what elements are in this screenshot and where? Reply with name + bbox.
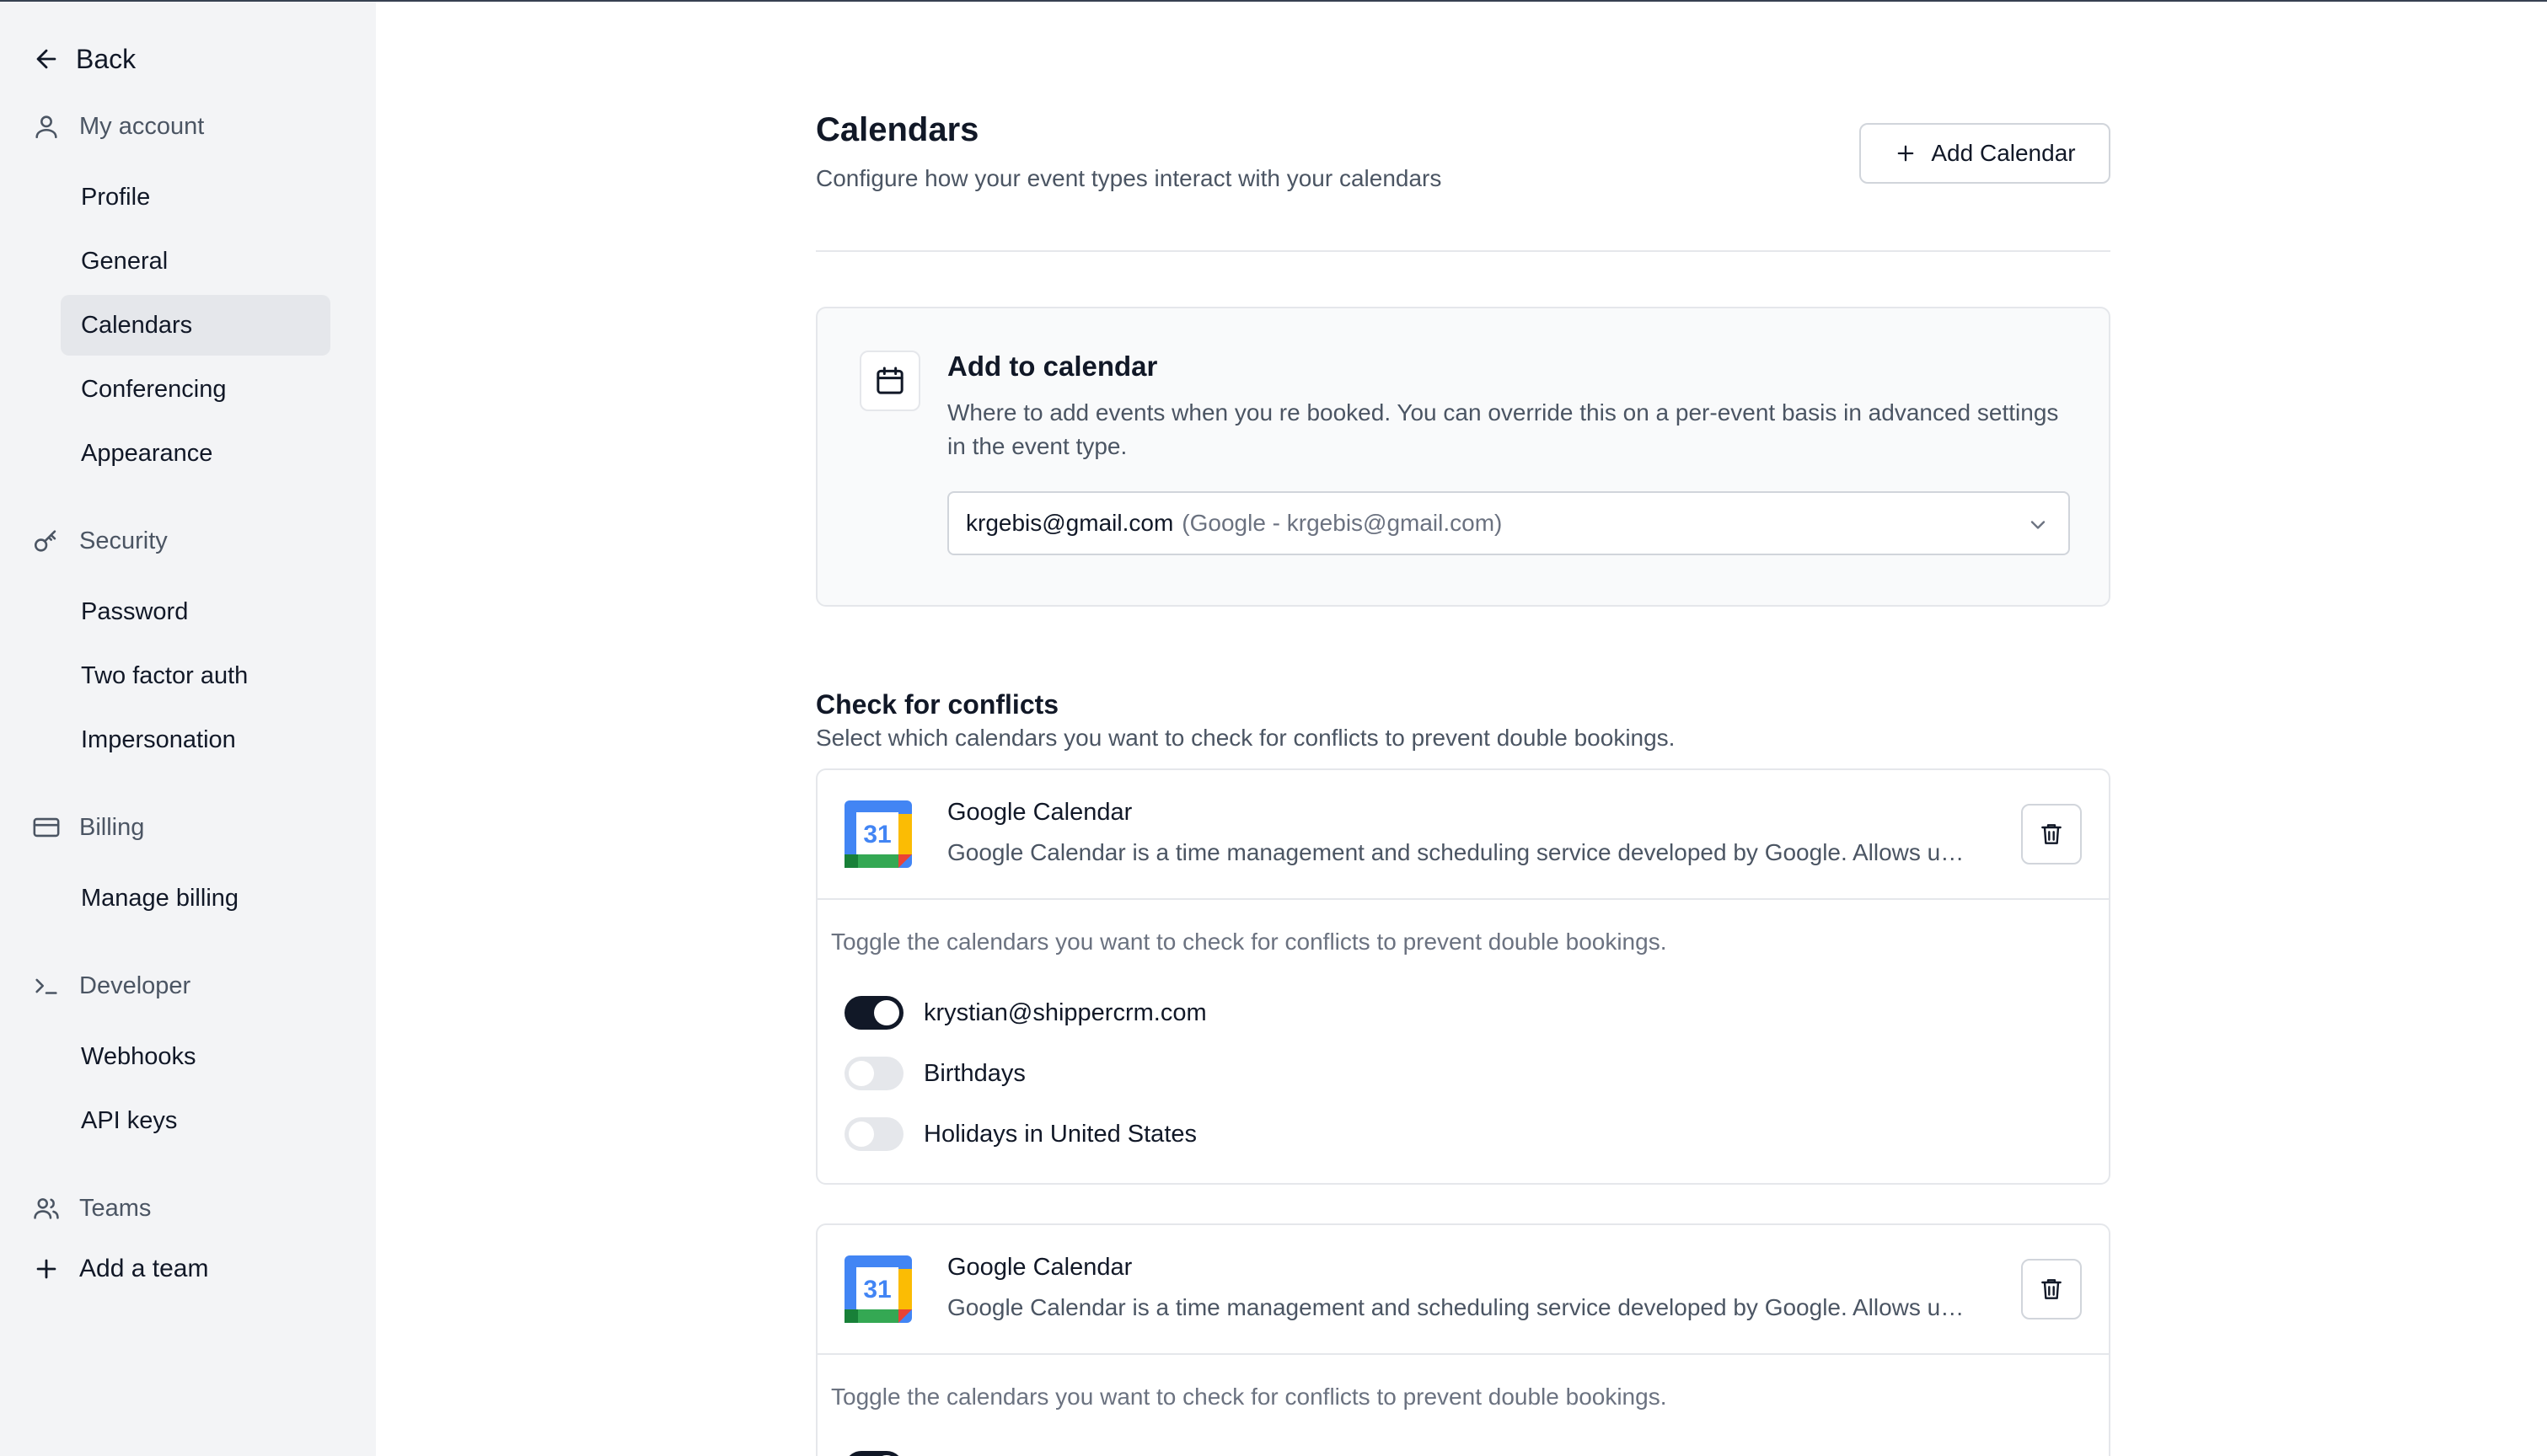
toggle-label: krystian@shippercrm.com [924,998,1207,1026]
chevron-down-icon [2030,521,2046,529]
toggle-knob [874,1000,899,1025]
user-icon [35,115,57,139]
add-team-label: Add a team [79,1255,209,1282]
select-sub-value: (Google - krgebis@gmail.com) [1182,510,1503,536]
plus-icon [36,1259,56,1279]
sidebar-item-two-factor-auth[interactable]: Two factor auth [61,645,330,706]
section-label: Billing [79,813,145,841]
svg-text:31: 31 [863,1276,891,1303]
svg-text:31: 31 [863,821,891,848]
trash-icon [2041,824,2062,844]
conflicts-title: Check for conflicts [816,689,1059,720]
sidebar-item-api-keys[interactable]: API keys [61,1090,330,1151]
back-label: Back [76,43,137,74]
section-label: My account [79,112,205,140]
app-window: Back My account Profile General Calendar… [0,0,2547,1456]
calendar-provider-name: Google Calendar [947,799,1133,826]
conflicts-description: Select which calendars you want to check… [816,725,1676,751]
google-calendar-icon: 31 [845,1255,912,1323]
key-icon [34,530,56,552]
add-to-calendar-card: Add to calendar Where to add events when… [816,307,2110,607]
plus-icon [1898,145,1914,162]
page-title: Calendars [816,111,979,148]
settings-sidebar: Back My account Profile General Calendar… [0,2,376,1456]
delete-calendar-button[interactable] [2021,1259,2082,1320]
sidebar-item-manage-billing[interactable]: Manage billing [61,868,330,929]
arrow-left-icon [36,49,56,69]
section-billing: Billing [32,806,144,849]
section-label: Teams [79,1194,152,1222]
sidebar-item-conferencing[interactable]: Conferencing [61,359,330,420]
toggle-hint: Toggle the calendars you want to check f… [831,929,1667,955]
calendar-provider-name: Google Calendar [947,1254,1133,1281]
toggle-hint: Toggle the calendars you want to check f… [831,1384,1667,1410]
toggle-switch[interactable] [845,1057,904,1090]
toggle-switch[interactable] [845,1451,904,1456]
section-teams: Teams [32,1186,151,1230]
section-security: Security [32,519,168,563]
users-icon [34,1198,59,1219]
calendar-provider-description: Google Calendar is a time management and… [947,839,1976,865]
select-value: krgebis@gmail.com [966,510,1174,536]
toggle-switch[interactable] [845,1117,904,1151]
back-button[interactable]: Back [32,39,136,79]
section-label: Security [79,527,168,554]
add-team-button[interactable]: Add a team [32,1247,208,1291]
destination-calendar-select[interactable]: krgebis@gmail.com (Google - krgebis@gmai… [947,491,2070,555]
sidebar-item-appearance[interactable]: Appearance [61,423,330,484]
add-calendar-button[interactable]: Add Calendar [1859,123,2110,184]
delete-calendar-button[interactable] [2021,804,2082,864]
sidebar-item-general[interactable]: General [61,231,330,292]
section-developer: Developer [32,964,190,1008]
toggle-label: Birthdays [924,1059,1026,1087]
calendar-icon [877,367,904,394]
sidebar-item-profile[interactable]: Profile [61,167,330,228]
calendar-card: 31 Google Calendar Google Calendar is a … [816,768,2110,1185]
credit-card-icon [33,817,60,838]
calendar-card: 31 Google Calendar Google Calendar is a … [816,1223,2110,1456]
section-my-account: My account [32,104,204,148]
add-to-calendar-description: Where to add events when you re booked. … [947,399,2059,459]
add-calendar-label: Add Calendar [1931,140,2076,166]
calendar-toggle-row: krystian@shippercrm.com [845,994,1207,1031]
calendar-toggle-row [845,1449,904,1456]
header-divider [816,250,2110,252]
sidebar-item-password[interactable]: Password [61,581,330,642]
toggle-label: Holidays in United States [924,1120,1197,1148]
toggle-knob [849,1061,874,1086]
page-subtitle: Configure how your event types interact … [816,165,1442,191]
add-to-calendar-title: Add to calendar [947,351,1158,382]
calendar-toggle-row: Birthdays [845,1055,1026,1092]
calendar-toggle-row: Holidays in United States [845,1116,1197,1153]
sidebar-item-webhooks[interactable]: Webhooks [61,1026,330,1087]
sidebar-item-impersonation[interactable]: Impersonation [61,709,330,770]
toggle-switch[interactable] [845,996,904,1030]
sidebar-item-calendars[interactable]: Calendars [61,295,330,356]
trash-icon [2041,1279,2062,1299]
calendar-provider-description: Google Calendar is a time management and… [947,1294,1976,1320]
google-calendar-icon: 31 [845,800,912,868]
calendar-card-header: 31 Google Calendar Google Calendar is a … [818,770,2109,900]
terminal-icon [35,978,57,994]
calendar-card-header: 31 Google Calendar Google Calendar is a … [818,1225,2109,1355]
toggle-knob [849,1121,874,1147]
section-label: Developer [79,972,191,999]
calendar-icon-box [860,351,920,411]
